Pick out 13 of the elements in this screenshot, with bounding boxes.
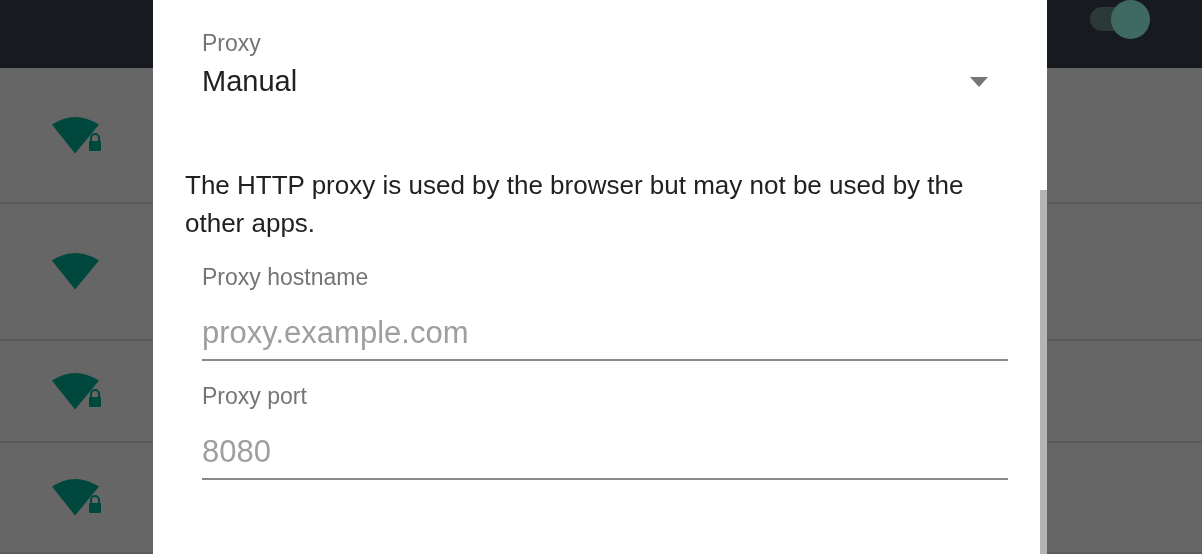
proxy-dropdown[interactable]: Proxy Manual — [202, 30, 992, 98]
locked-wifi-icon — [51, 477, 103, 518]
field-label: Proxy hostname — [202, 264, 370, 291]
proxy-note: The HTTP proxy is used by the browser but may not be used by the other apps. — [185, 169, 965, 240]
scrollbar[interactable] — [1040, 190, 1047, 554]
locked-wifi-icon — [51, 371, 103, 412]
dropdown-arrow-icon — [970, 76, 988, 87]
locked-wifi-icon — [51, 114, 103, 155]
proxy-value: Manual — [202, 65, 298, 98]
field-label: Proxy port — [202, 383, 308, 410]
proxy-label: Proxy — [202, 30, 262, 57]
input-field[interactable]: proxy.example.com — [202, 315, 1008, 361]
input-field[interactable]: 8080 — [202, 434, 1008, 480]
